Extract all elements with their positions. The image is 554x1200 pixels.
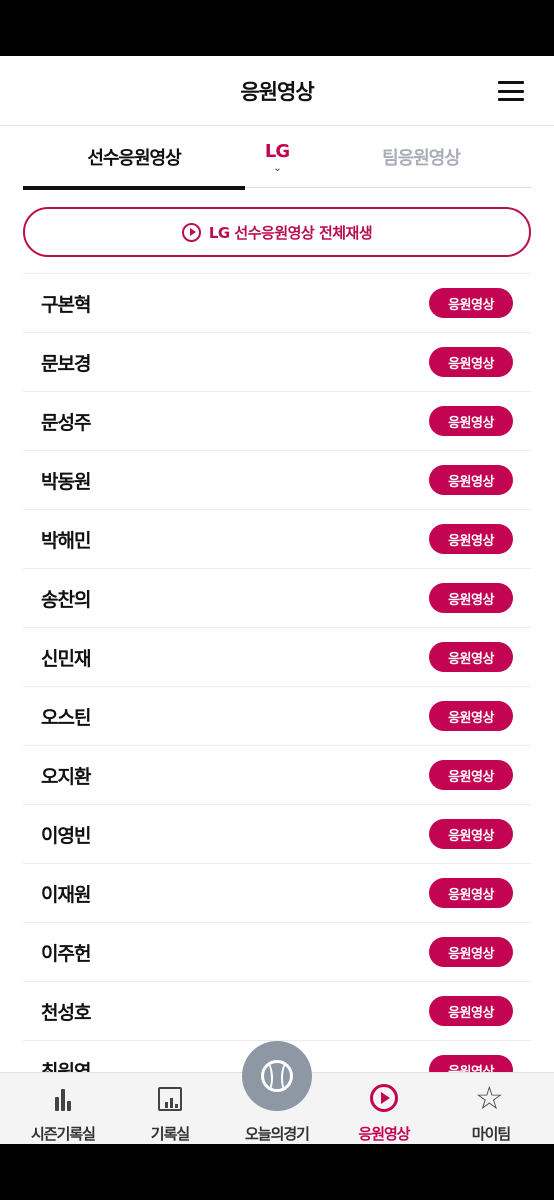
nav-season-records-label: 시즌기록실 [30,1125,96,1143]
cheer-video-button[interactable]: 응원영상 [429,996,513,1026]
tab-team-cheer-label: 팀응원영상 [382,148,461,169]
player-name: 구본혁 [41,293,91,316]
list-item: 신민재 응원영상 [23,627,531,686]
app-header: 응원영상 [0,56,554,126]
team-selector-label: LG [264,141,290,162]
tab-team-cheer[interactable]: 팀응원영상 [341,126,501,188]
cheer-video-button[interactable]: 응원영상 [429,819,513,849]
tab-bar: 선수응원영상 LG ⌄ 팀응원영상 [23,126,531,190]
star-icon: ☆ [475,1079,504,1117]
list-item: 오지환 응원영상 [23,745,531,804]
play-circle-icon [181,222,201,242]
team-selector[interactable]: LG ⌄ [245,126,309,188]
tab-player-cheer[interactable]: 선수응원영상 [23,126,245,190]
player-name: 문보경 [41,352,91,375]
player-name: 오스틴 [41,706,91,729]
player-list: 구본혁 응원영상 문보경 응원영상 문성주 응원영상 박동원 응원영상 박해민 응원영상 … [23,273,531,1099]
list-item: 이영빈 응원영상 [23,804,531,863]
play-all-button[interactable]: LG 선수응원영상 전체재생 [23,207,531,257]
nav-my-team[interactable]: ☆ 마이팀 [436,1073,546,1144]
nav-my-team-label: 마이팀 [471,1125,511,1143]
nav-records-label: 기록실 [150,1125,190,1143]
nav-season-records[interactable]: 시즌기록실 [8,1073,118,1144]
cheer-video-button[interactable]: 응원영상 [429,583,513,613]
cheer-video-button[interactable]: 응원영상 [429,937,513,967]
player-name: 천성호 [41,1001,91,1024]
nav-cheer-video[interactable]: 응원영상 [329,1073,439,1144]
cheer-video-button[interactable]: 응원영상 [429,642,513,672]
player-name: 신민재 [41,647,91,670]
nav-today-game[interactable]: 오늘의경기 [222,1073,332,1144]
list-item: 오스틴 응원영상 [23,686,531,745]
list-item: 이재원 응원영상 [23,863,531,922]
player-name: 오지환 [41,765,91,788]
cheer-video-button[interactable]: 응원영상 [429,347,513,377]
list-item: 박해민 응원영상 [23,509,531,568]
nav-today-game-label: 오늘의경기 [244,1125,310,1143]
list-item: 박동원 응원영상 [23,450,531,509]
player-name: 박해민 [41,529,91,552]
list-item: 문성주 응원영상 [23,391,531,450]
player-name: 박동원 [41,470,91,493]
bar-chart-icon [43,1081,83,1121]
cheer-video-button[interactable]: 응원영상 [429,760,513,790]
player-name: 송찬의 [41,588,91,611]
tab-player-cheer-label: 선수응원영상 [87,148,181,169]
stats-box-icon [150,1081,190,1121]
screen: 응원영상 선수응원영상 LG ⌄ 팀응원영상 LG 선수응원영상 전체재생 구본… [0,56,554,1144]
list-item: 천성호 응원영상 [23,981,531,1040]
cheer-video-button[interactable]: 응원영상 [429,878,513,908]
nav-records[interactable]: 기록실 [115,1073,225,1144]
cheer-video-button[interactable]: 응원영상 [429,701,513,731]
list-item: 송찬의 응원영상 [23,568,531,627]
player-name: 이영빈 [41,824,91,847]
page-title: 응원영상 [240,79,314,104]
player-name: 이재원 [41,883,91,906]
play-all-label: LG 선수응원영상 전체재생 [208,223,373,242]
hamburger-menu-icon[interactable] [498,81,524,101]
nav-cheer-video-label: 응원영상 [358,1125,410,1143]
player-name: 이주헌 [41,942,91,965]
play-icon [370,1084,398,1112]
list-item: 구본혁 응원영상 [23,273,531,332]
cheer-video-button[interactable]: 응원영상 [429,465,513,495]
cheer-video-button[interactable]: 응원영상 [429,406,513,436]
list-item: 이주헌 응원영상 [23,922,531,981]
active-tab-indicator [23,186,245,190]
list-item: 문보경 응원영상 [23,332,531,391]
bottom-nav: 시즌기록실 기록실 오늘의경기 응원영상 ☆ 마이팀 [0,1041,554,1144]
cheer-video-button[interactable]: 응원영상 [429,524,513,554]
cheer-video-button[interactable]: 응원영상 [429,288,513,318]
player-name: 문성주 [41,411,91,434]
chevron-down-icon: ⌄ [273,163,281,174]
